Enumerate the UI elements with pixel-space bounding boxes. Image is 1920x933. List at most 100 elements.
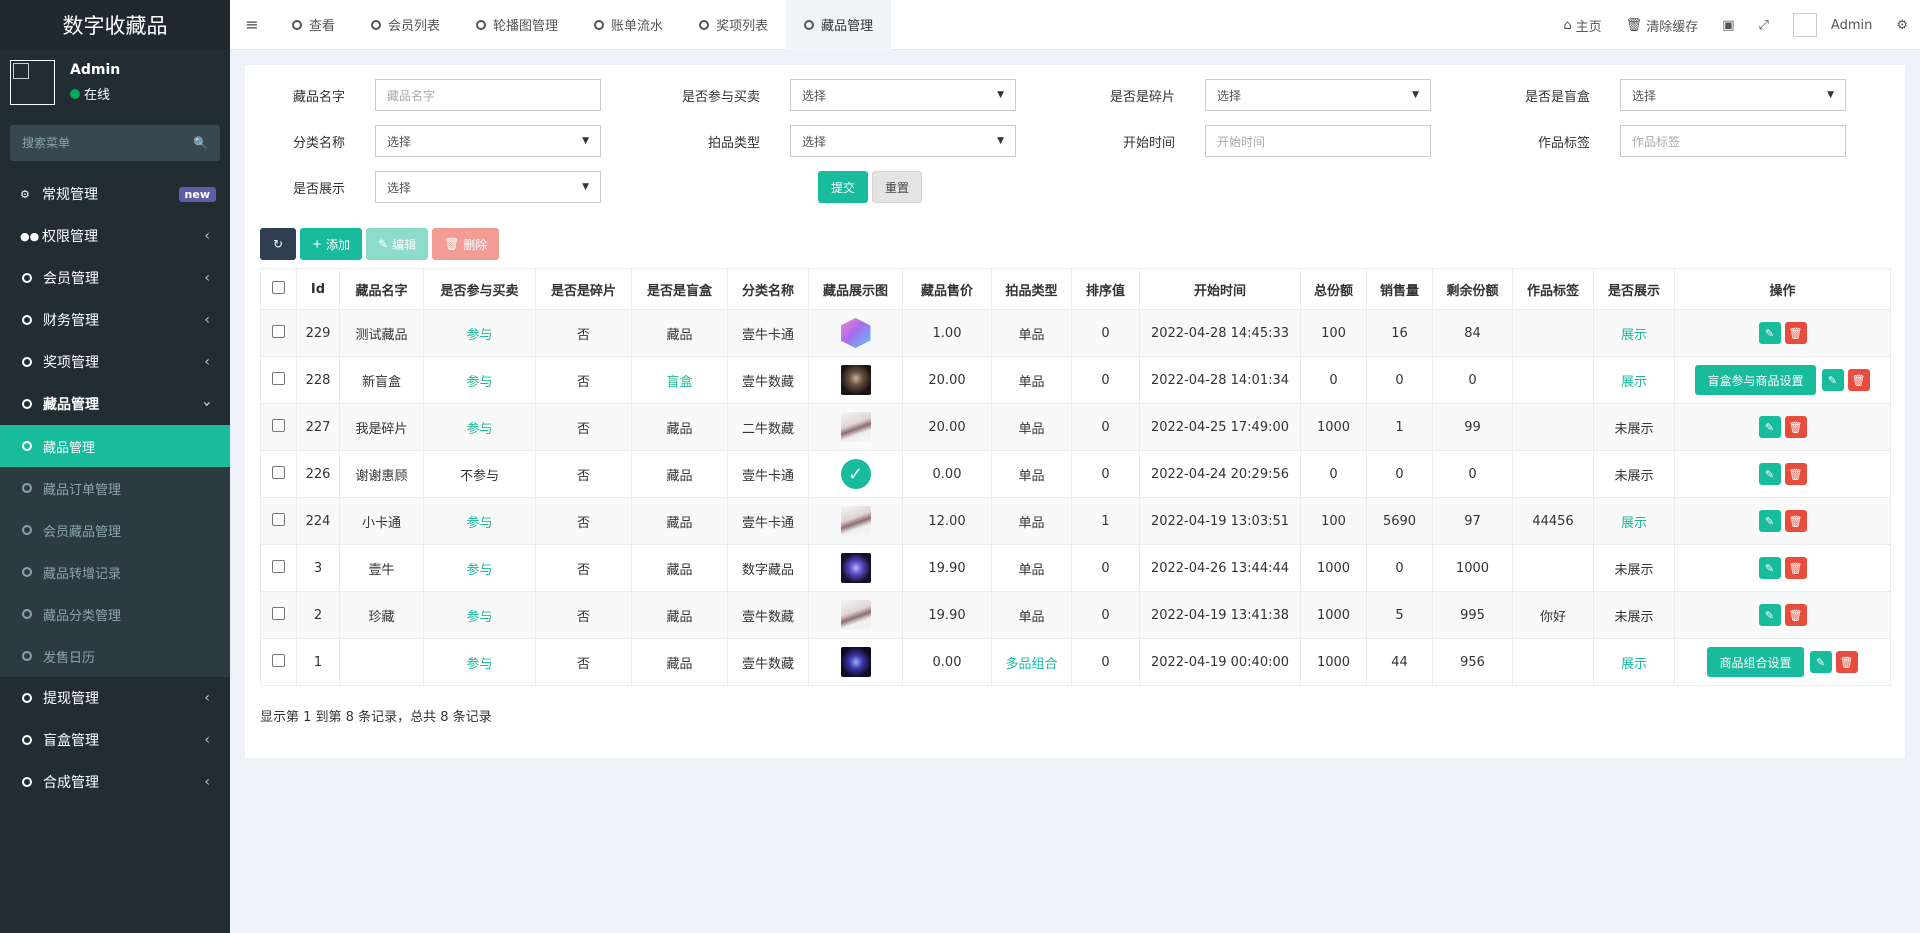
refresh-button[interactable]: ↻	[260, 228, 296, 260]
sidebar-subitem-member-collection[interactable]: 会员藏品管理	[0, 509, 230, 551]
tab-carousel[interactable]: 轮播图管理	[458, 0, 576, 50]
row-delete-button[interactable]: 🗑	[1784, 510, 1807, 532]
tab-prize-list[interactable]: 奖项列表	[681, 0, 786, 50]
col-header-price[interactable]: 藏品售价	[902, 268, 992, 310]
col-header-type[interactable]: 拍品类型	[991, 268, 1072, 310]
cell-participate[interactable]: 参与	[423, 403, 536, 451]
sidebar-subitem-collection[interactable]: 藏品管理	[0, 425, 230, 467]
row-checkbox[interactable]	[272, 559, 285, 573]
row-settings-button[interactable]: 商品组合设置	[1707, 647, 1804, 677]
sidebar-item-blindbox[interactable]: 盲盒管理 ‹	[0, 719, 230, 761]
row-delete-button[interactable]: 🗑	[1847, 369, 1870, 391]
row-checkbox[interactable]	[272, 324, 285, 338]
row-edit-button[interactable]: ✎	[1758, 510, 1781, 532]
col-header-sold[interactable]: 销售量	[1366, 268, 1433, 310]
filter-tag-input[interactable]: 作品标签	[1620, 125, 1846, 157]
collection-image[interactable]	[840, 412, 871, 442]
row-edit-button[interactable]: ✎	[1758, 416, 1781, 438]
row-delete-button[interactable]: 🗑	[1784, 463, 1807, 485]
filter-blindbox-select[interactable]: 选择 ▼	[1620, 79, 1846, 111]
table-row[interactable]: 227 我是碎片 参与否藏品 二牛数藏 20.00 单品 0 2022-04-25 17:49…	[260, 403, 1891, 451]
cell-participate[interactable]: 参与	[423, 544, 536, 592]
delete-button[interactable]: 🗑 删除	[432, 228, 500, 260]
sidebar-item-finance[interactable]: 财务管理 ‹	[0, 299, 230, 341]
table-row[interactable]: 2 珍藏 参与否藏品 壹牛数藏 19.90 单品 0 2022-04-19 13:41:38 1…	[260, 591, 1891, 639]
col-header-id[interactable]: Id	[296, 268, 340, 310]
col-header-sort[interactable]: 排序值	[1071, 268, 1140, 310]
language-button[interactable]: ▣	[1710, 0, 1746, 50]
collection-image[interactable]	[840, 318, 871, 348]
table-row[interactable]: 226 谢谢惠顾 不参与否藏品 壹牛卡通 ✓ 0.00 单品 0 2022-04-24 20:2…	[260, 450, 1891, 498]
row-edit-button[interactable]: ✎	[1758, 557, 1781, 579]
tab-collection[interactable]: 藏品管理	[786, 0, 892, 50]
row-checkbox[interactable]	[272, 653, 285, 667]
row-delete-button[interactable]: 🗑	[1784, 604, 1807, 626]
sidebar-item-collection[interactable]: 藏品管理 ‹	[0, 383, 230, 425]
col-header-image[interactable]: 藏品展示图	[808, 268, 903, 310]
filter-name-input[interactable]: 藏品名字	[375, 79, 601, 111]
filter-category-select[interactable]: 选择 ▼	[375, 125, 601, 157]
sidebar-item-compose[interactable]: 合成管理 ‹	[0, 761, 230, 803]
cell-participate[interactable]: 参与	[423, 497, 536, 545]
row-settings-button[interactable]: 盲盒参与商品设置	[1695, 365, 1816, 395]
tab-member-list[interactable]: 会员列表	[353, 0, 458, 50]
sidebar-item-permission[interactable]: ●● 权限管理 ‹	[0, 215, 230, 257]
col-header-total[interactable]: 总份额	[1300, 268, 1367, 310]
row-delete-button[interactable]: 🗑	[1784, 416, 1807, 438]
collection-image[interactable]	[840, 506, 871, 536]
sidebar-item-member[interactable]: 会员管理 ‹	[0, 257, 230, 299]
app-logo-title[interactable]: 数字收藏品	[0, 0, 230, 50]
col-header-display[interactable]: 是否展示	[1593, 268, 1675, 310]
sidebar-subitem-transfer[interactable]: 藏品转增记录	[0, 551, 230, 593]
table-row[interactable]: 1 参与否藏品 壹牛数藏 0.00 多品组合 0 2022-04-19 00:40:00 10…	[260, 638, 1891, 686]
row-checkbox[interactable]	[272, 418, 285, 432]
filter-auction-type-select[interactable]: 选择 ▼	[790, 125, 1016, 157]
row-edit-button[interactable]: ✎	[1758, 604, 1781, 626]
cell-participate[interactable]: 参与	[423, 638, 536, 686]
sidebar-subitem-orders[interactable]: 藏品订单管理	[0, 467, 230, 509]
cell-display[interactable]: 展示	[1593, 638, 1675, 686]
row-delete-button[interactable]: 🗑	[1784, 322, 1807, 344]
search-icon[interactable]: 🔍	[193, 136, 208, 150]
row-edit-button[interactable]: ✎	[1758, 463, 1781, 485]
row-checkbox[interactable]	[272, 512, 285, 526]
admin-user-menu[interactable]: Admin	[1781, 0, 1884, 50]
col-header-category[interactable]: 分类名称	[727, 268, 809, 310]
menu-toggle-icon[interactable]: ≡	[230, 15, 274, 34]
table-row[interactable]: 224 小卡通 参与否藏品 壹牛卡通 12.00 单品 1 2022-04-19 13:03:…	[260, 497, 1891, 545]
cell-blindbox[interactable]: 盲盒	[631, 356, 728, 404]
collection-image[interactable]	[840, 365, 871, 395]
col-header-remain[interactable]: 剩余份额	[1432, 268, 1513, 310]
cell-type[interactable]: 多品组合	[991, 638, 1072, 686]
cell-display[interactable]: 展示	[1593, 309, 1675, 357]
collection-image[interactable]	[840, 600, 871, 630]
col-header-fragment[interactable]: 是否是碎片	[535, 268, 632, 310]
col-header-participate[interactable]: 是否参与买卖	[423, 268, 536, 310]
table-row[interactable]: 3 壹牛 参与否藏品 数字藏品 19.90 单品 0 2022-04-26 13:44:44 1…	[260, 544, 1891, 592]
filter-participate-select[interactable]: 选择 ▼	[790, 79, 1016, 111]
filter-fragment-select[interactable]: 选择 ▼	[1205, 79, 1431, 111]
sidebar-subitem-category[interactable]: 藏品分类管理	[0, 593, 230, 635]
cell-display[interactable]: 展示	[1593, 497, 1675, 545]
cell-participate[interactable]: 参与	[423, 591, 536, 639]
cell-participate[interactable]: 参与	[423, 356, 536, 404]
cell-display[interactable]: 展示	[1593, 356, 1675, 404]
sidebar-item-withdraw[interactable]: 提现管理 ‹	[0, 677, 230, 719]
row-delete-button[interactable]: 🗑	[1835, 651, 1858, 673]
collection-image[interactable]	[840, 647, 871, 677]
tab-view[interactable]: 查看	[274, 0, 353, 50]
clear-cache-button[interactable]: 🗑 清除缓存	[1614, 0, 1711, 50]
home-link[interactable]: ⌂ 主页	[1551, 0, 1613, 50]
edit-button[interactable]: ✎ 编辑	[366, 228, 429, 260]
submit-button[interactable]: 提交	[818, 171, 868, 203]
row-checkbox[interactable]	[272, 465, 285, 479]
col-header-start[interactable]: 开始时间	[1139, 268, 1301, 310]
select-all-checkbox[interactable]	[272, 280, 285, 294]
sidebar-item-general[interactable]: ⚙ 常规管理 new	[0, 173, 230, 215]
settings-button[interactable]: ⚙	[1884, 0, 1920, 50]
col-header-tag[interactable]: 作品标签	[1512, 268, 1594, 310]
reset-button[interactable]: 重置	[872, 171, 922, 203]
add-button[interactable]: + 添加	[300, 228, 363, 260]
row-delete-button[interactable]: 🗑	[1784, 557, 1807, 579]
col-header-blindbox[interactable]: 是否是盲盒	[631, 268, 728, 310]
